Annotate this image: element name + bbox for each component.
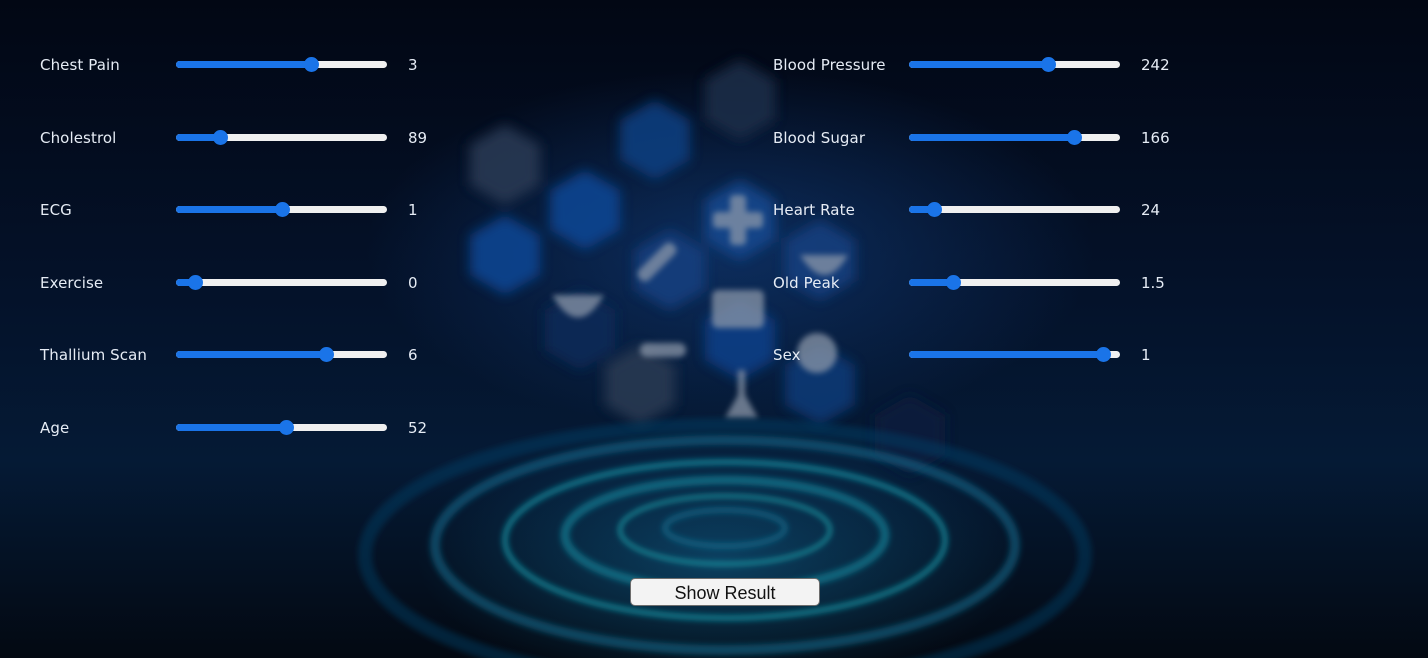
slider-value: 1.5 (1141, 274, 1165, 292)
slider-value: 242 (1141, 56, 1170, 74)
app-background: Chest Pain 3 Cholestrol 89 ECG 1 Exercis… (0, 0, 1428, 658)
slider-label: ECG (40, 201, 72, 219)
slider-label: Old Peak (773, 274, 840, 292)
slider-fill (176, 206, 282, 213)
slider-label: Exercise (40, 274, 104, 292)
medical-background-graphic (358, 60, 1092, 658)
slider-fill (176, 351, 326, 358)
slider-value: 1 (1141, 346, 1151, 364)
slider-thumb[interactable] (279, 420, 294, 435)
slider-value: 89 (408, 129, 428, 147)
slider-thumb[interactable] (1096, 347, 1111, 362)
slider-row-chest-pain: Chest Pain 3 (40, 53, 460, 77)
slider-row-old-peak: Old Peak 1.5 (773, 271, 1193, 295)
slider-thumb[interactable] (188, 275, 203, 290)
chest-pain-slider[interactable] (176, 57, 387, 72)
slider-fill (909, 134, 1074, 141)
slider-value: 3 (408, 56, 418, 74)
blood-pressure-slider[interactable] (909, 57, 1120, 72)
slider-label: Age (40, 419, 70, 437)
slider-thumb[interactable] (946, 275, 961, 290)
slider-row-heart-rate: Heart Rate 24 (773, 198, 1193, 222)
slider-row-age: Age 52 (40, 416, 460, 440)
slider-thumb[interactable] (213, 130, 228, 145)
thallium-scan-slider[interactable] (176, 347, 387, 362)
slider-value: 6 (408, 346, 418, 364)
slider-row-thallium-scan: Thallium Scan 6 (40, 343, 460, 367)
show-result-button[interactable]: Show Result (630, 578, 820, 606)
ecg-slider[interactable] (176, 202, 387, 217)
slider-label: Blood Sugar (773, 129, 866, 147)
slider-fill (176, 424, 286, 431)
slider-thumb[interactable] (304, 57, 319, 72)
slider-thumb[interactable] (1041, 57, 1056, 72)
slider-value: 52 (408, 419, 428, 437)
slider-thumb[interactable] (927, 202, 942, 217)
slider-label: Heart Rate (773, 201, 855, 219)
slider-label: Sex (773, 346, 801, 364)
cholestrol-slider[interactable] (176, 130, 387, 145)
slider-row-blood-sugar: Blood Sugar 166 (773, 126, 1193, 150)
slider-row-cholestrol: Cholestrol 89 (40, 126, 460, 150)
slider-row-ecg: ECG 1 (40, 198, 460, 222)
slider-thumb[interactable] (275, 202, 290, 217)
slider-value: 24 (1141, 201, 1161, 219)
exercise-slider[interactable] (176, 275, 387, 290)
sex-slider[interactable] (909, 347, 1120, 362)
heart-rate-slider[interactable] (909, 202, 1120, 217)
slider-fill (909, 351, 1103, 358)
slider-value: 0 (408, 274, 418, 292)
slider-value: 166 (1141, 129, 1170, 147)
slider-row-blood-pressure: Blood Pressure 242 (773, 53, 1193, 77)
slider-label: Cholestrol (40, 129, 117, 147)
slider-thumb[interactable] (1067, 130, 1082, 145)
slider-label: Chest Pain (40, 56, 120, 74)
age-slider[interactable] (176, 420, 387, 435)
slider-row-sex: Sex 1 (773, 343, 1193, 367)
slider-row-exercise: Exercise 0 (40, 271, 460, 295)
slider-label: Blood Pressure (773, 56, 886, 74)
slider-fill (909, 61, 1048, 68)
old-peak-slider[interactable] (909, 275, 1120, 290)
blood-sugar-slider[interactable] (909, 130, 1120, 145)
slider-label: Thallium Scan (40, 346, 148, 364)
slider-value: 1 (408, 201, 418, 219)
slider-fill (176, 61, 311, 68)
slider-thumb[interactable] (319, 347, 334, 362)
